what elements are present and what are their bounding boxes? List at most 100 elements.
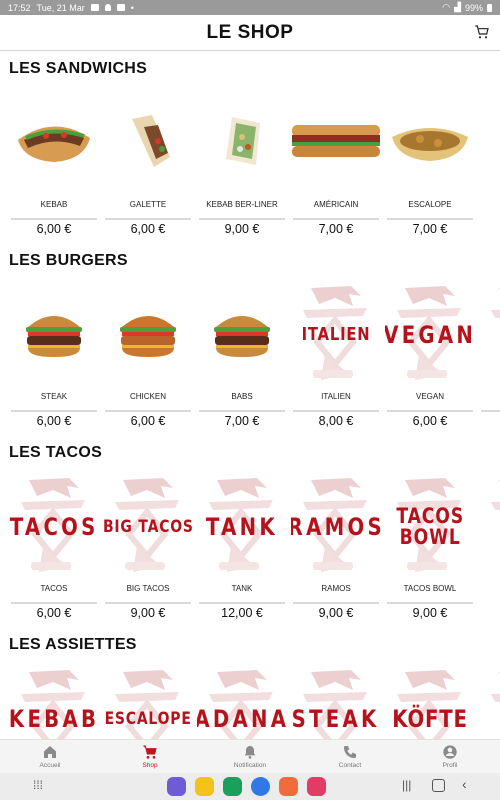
sandwich-escalope-image-icon [392, 127, 468, 161]
product-price: 7,00 € [224, 414, 260, 428]
product-image[interactable]: RAMOS [291, 474, 381, 580]
browser-app-icon[interactable] [167, 777, 186, 796]
status-time: 17:52 [8, 2, 31, 13]
contacts-app-icon[interactable] [279, 777, 298, 796]
product-card[interactable]: TACOS BOWL TACOS BOWL 9,00 € [385, 474, 475, 620]
section-title: LES ASSIETTES [9, 636, 137, 653]
camera-app-icon[interactable] [307, 777, 326, 796]
battery-level: 99% [464, 2, 483, 13]
recent-apps-icon[interactable]: ||| [402, 778, 411, 792]
product-image[interactable] [197, 90, 287, 196]
product-card[interactable]: STEAK [291, 666, 381, 739]
nav-label: Accueil [39, 762, 61, 769]
product-card[interactable]: KEBAB [9, 666, 99, 739]
product-label-art: TACOS BOWL [396, 504, 464, 549]
nav-label: Notification [233, 762, 267, 769]
product-card[interactable]: KEBAB 6,00 € [9, 90, 99, 236]
product-name: TANK [231, 584, 253, 593]
divider [11, 602, 97, 604]
product-image[interactable] [9, 90, 99, 196]
product-row[interactable]: STEAK 6,00 € CHICKEN 6,00 € BABS 7,00 € ITALIE… [9, 282, 500, 428]
product-card[interactable]: BABS 7,00 € [197, 282, 287, 428]
product-card[interactable]: VEGAN VEGAN 6,00 € [385, 282, 475, 428]
product-image[interactable]: BIG TACOS [103, 474, 193, 580]
divider [387, 218, 473, 220]
page-title: LE SHOP [206, 21, 294, 43]
nav-profil[interactable]: Profil [400, 740, 500, 773]
product-row[interactable]: KEBABESCALOPEADANASTEAK KÖFTE OT [9, 666, 500, 739]
product-image[interactable] [103, 90, 193, 196]
nav-notification[interactable]: Notification [200, 740, 300, 773]
product-row[interactable]: TACOS TACOS 6,00 € BIG TACOS BIG TACOS 9,00 €… [9, 474, 500, 620]
product-card[interactable]: KEBAB BER-LINER 9,00 € [197, 90, 287, 236]
app-grid-icon[interactable]: ⁞⁞⁞ [33, 778, 43, 792]
product-image[interactable]: ESCALOPE [103, 666, 193, 739]
product-card[interactable]: TACOS TACOS 6,00 € [9, 474, 99, 620]
product-card[interactable]: ITALIEN ITALIEN 8,00 € [291, 282, 381, 428]
section-les-sandwichs: LES SANDWICHS KEBAB 6,00 € GALETTE 6,00 € KEB… [0, 51, 500, 243]
product-card[interactable]: MIN M [479, 282, 500, 427]
product-card[interactable]: K [479, 474, 500, 619]
product-image[interactable] [197, 282, 287, 388]
back-button-icon[interactable]: ‹ [462, 776, 467, 792]
bell-icon [244, 746, 256, 759]
section-title: LES TACOS [9, 444, 103, 461]
product-label-art: ESCALOPE [104, 708, 192, 729]
product-image[interactable]: STEAK [291, 666, 381, 739]
nav-accueil[interactable]: Accueil [0, 740, 100, 773]
product-card[interactable]: BIG TACOS BIG TACOS 9,00 € [103, 474, 193, 620]
nav-label: Profil [442, 762, 458, 769]
product-row[interactable]: KEBAB 6,00 € GALETTE 6,00 € KEBAB BER-LINER 9… [9, 90, 475, 236]
shop-content[interactable]: LES SANDWICHS KEBAB 6,00 € GALETTE 6,00 € KEB… [0, 51, 500, 739]
nav-shop[interactable]: Shop [100, 740, 200, 773]
product-card[interactable]: RAMOS RAMOS 9,00 € [291, 474, 381, 620]
product-image[interactable]: MIN [479, 282, 500, 388]
product-price: 7,00 € [318, 222, 354, 236]
home-button-icon[interactable] [432, 779, 445, 792]
product-image[interactable]: KÖFTE [385, 666, 475, 739]
product-card[interactable]: ADANA [197, 666, 287, 739]
product-card[interactable]: AMÉRICAIN 7,00 € [291, 90, 381, 236]
messages-app-icon[interactable] [251, 777, 270, 796]
product-image[interactable] [103, 282, 193, 388]
nav-contact[interactable]: Contact [300, 740, 400, 773]
product-image[interactable]: TANK [197, 474, 287, 580]
product-card[interactable]: TANK TANK 12,00 € [197, 474, 287, 620]
product-image[interactable]: ADANA [197, 666, 287, 739]
product-image[interactable]: K [479, 474, 500, 580]
product-label-art: BIG TACOS [103, 516, 193, 537]
product-image[interactable] [9, 282, 99, 388]
product-card[interactable]: KÖFTE [385, 666, 475, 739]
product-card[interactable]: CHICKEN 6,00 € [103, 282, 193, 428]
product-image[interactable] [291, 90, 381, 196]
bottom-navigation: Accueil Shop Notification Contact Profil [0, 739, 500, 773]
product-image[interactable]: TACOS BOWL [385, 474, 475, 580]
product-image[interactable] [385, 90, 475, 196]
product-name: TACOS BOWL [403, 584, 457, 593]
divider [293, 218, 379, 220]
product-name: AMÉRICAIN [313, 200, 359, 209]
sandwich-kebab-image-icon [18, 125, 90, 162]
phone-app-icon[interactable] [223, 777, 242, 796]
product-image[interactable]: ITALIEN [291, 282, 381, 388]
product-image[interactable]: OT [479, 666, 500, 739]
burger-steak-image-icon [26, 315, 82, 357]
product-card[interactable]: ESCALOPE 7,00 € [385, 90, 475, 236]
product-name: BIG TACOS [126, 584, 170, 593]
signal-icon: ▟ [454, 2, 461, 12]
product-card[interactable]: STEAK 6,00 € [9, 282, 99, 428]
notes-app-icon[interactable] [195, 777, 214, 796]
sandwich-americain-image-icon [292, 124, 380, 157]
product-card[interactable]: OT [479, 666, 500, 739]
divider [293, 602, 379, 604]
cart-icon[interactable] [474, 24, 490, 40]
product-label-art: STEAK [292, 705, 380, 733]
nav-label: Shop [142, 762, 158, 769]
product-image[interactable]: VEGAN [385, 282, 475, 388]
product-card[interactable]: ESCALOPE [103, 666, 193, 739]
product-image[interactable]: KEBAB [9, 666, 99, 739]
product-card[interactable]: GALETTE 6,00 € [103, 90, 193, 236]
product-name: KEBAB BER-LINER [206, 200, 278, 209]
gallery-icon [90, 4, 99, 11]
product-image[interactable]: TACOS [9, 474, 99, 580]
